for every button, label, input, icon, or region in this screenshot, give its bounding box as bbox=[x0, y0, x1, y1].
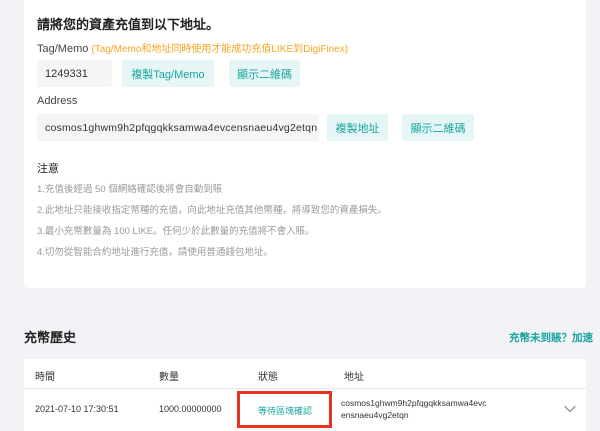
note-item: 4.切勿從智能合約地址進行充值，請使用普通錢包地址。 bbox=[37, 247, 273, 258]
column-header-amount: 數量 bbox=[159, 372, 179, 383]
tag-memo-label-text: Tag/Memo bbox=[37, 43, 89, 55]
notes-title: 注意 bbox=[37, 163, 59, 175]
row-time: 2021-07-10 17:30:51 bbox=[35, 404, 119, 414]
row-status: 等待區塊確認 bbox=[258, 406, 313, 416]
copy-memo-button[interactable]: 複製Tag/Memo bbox=[122, 60, 214, 87]
column-header-status: 狀態 bbox=[258, 372, 278, 383]
copy-address-button[interactable]: 複製地址 bbox=[327, 114, 388, 141]
memo-value-field[interactable]: 1249331 bbox=[37, 60, 112, 87]
not-arrived-link[interactable]: 充幣未到賬？加速 bbox=[509, 330, 593, 345]
notes-list: 1.充值後經過 50 個網絡確認後將會自動到賬 2.此地址只能接收指定幣種的充值… bbox=[37, 183, 387, 267]
tag-memo-label: Tag/Memo (Tag/Memo和地址同時使用才能成功充值LIKE到Digi… bbox=[37, 40, 348, 55]
row-address: cosmos1ghwm9h2pfqgqkksamwa4evcensnaeu4vg… bbox=[341, 398, 487, 420]
chevron-down-icon[interactable] bbox=[563, 402, 577, 416]
column-header-address: 地址 bbox=[344, 372, 364, 383]
history-title: 充幣歷史 bbox=[24, 330, 77, 345]
note-item: 1.充值後經過 50 個網絡確認後將會自動到賬 bbox=[37, 184, 223, 195]
note-item: 2.此地址只能接收指定幣種的充值，向此地址充值其他幣種，將導致您的資產損失。 bbox=[37, 205, 387, 216]
deposit-title: 請將您的資產充值到以下地址。 bbox=[37, 17, 220, 32]
column-header-time: 時間 bbox=[35, 372, 55, 383]
deposit-card: 請將您的資產充值到以下地址。 Tag/Memo (Tag/Memo和地址同時使用… bbox=[24, 0, 586, 288]
address-label: Address bbox=[37, 95, 78, 107]
history-table-header: 時間 數量 狀態 地址 bbox=[24, 359, 586, 389]
row-amount: 1000.00000000 bbox=[159, 404, 222, 414]
show-memo-qr-button[interactable]: 顯示二維碼 bbox=[229, 60, 300, 87]
show-address-qr-button[interactable]: 顯示二維碼 bbox=[402, 114, 474, 141]
tag-memo-note: (Tag/Memo和地址同時使用才能成功充值LIKE到DigiFinex) bbox=[91, 44, 349, 55]
table-row[interactable]: 2021-07-10 17:30:51 1000.00000000 等待區塊確認… bbox=[24, 390, 586, 431]
history-table: 時間 數量 狀態 地址 2021-07-10 17:30:51 1000.000… bbox=[24, 359, 586, 431]
note-item: 3.最小充幣數量為 100 LIKE。任何少於此數量的充值將不會入賬。 bbox=[37, 226, 315, 237]
address-value-field[interactable]: cosmos1ghwm9h2pfqgqkksamwa4evcensnaeu4vg… bbox=[37, 114, 319, 141]
